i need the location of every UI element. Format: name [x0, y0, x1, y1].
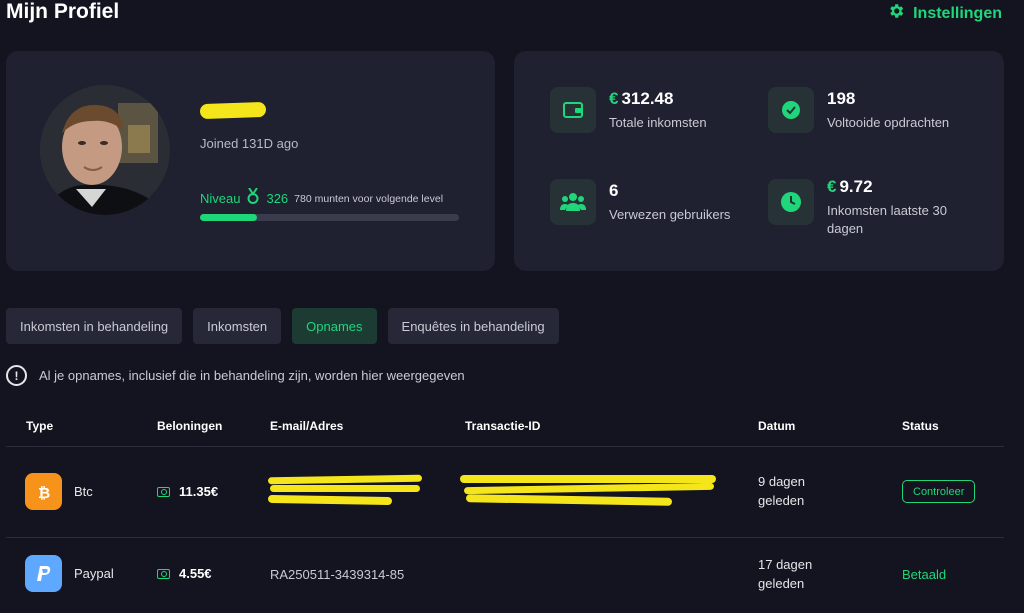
column-header-address: E-mail/Adres — [270, 419, 344, 433]
column-header-type: Type — [26, 419, 54, 433]
check-badge-icon — [768, 87, 814, 133]
username-redaction — [199, 101, 267, 120]
reward-value: 11.35€ — [179, 484, 219, 499]
table-row-address: RA250511-3439314-85 — [270, 567, 405, 582]
divider — [6, 446, 1004, 447]
stat-referred-users: 6 Verwezen gebruikers — [550, 179, 730, 225]
stats-card: €312.48 Totale inkomsten 198 Voltooide o… — [514, 51, 1004, 271]
tab-bar: Inkomsten in behandeling Inkomsten Opnam… — [6, 308, 559, 344]
users-icon — [550, 179, 596, 225]
profile-card: Joined 131D ago Niveau 326 780 munten vo… — [6, 51, 495, 271]
stat-value: 312.48 — [621, 89, 674, 108]
tab-pending-earnings[interactable]: Inkomsten in behandeling — [6, 308, 183, 344]
table-row-type: Paypal — [25, 555, 114, 592]
level-progress-fill — [200, 214, 257, 221]
address-redaction — [267, 474, 424, 510]
table-row-reward: 4.55€ — [157, 566, 212, 581]
clock-icon — [768, 179, 814, 225]
wallet-icon — [550, 87, 596, 133]
transaction-id-redaction — [460, 472, 718, 508]
stat-value: 6 — [609, 181, 619, 200]
status-paid: Betaald — [902, 567, 947, 582]
level-points: 326 — [266, 191, 289, 206]
bitcoin-icon: ₿ — [25, 473, 62, 510]
cash-icon — [157, 486, 170, 497]
stat-value: 198 — [827, 89, 856, 108]
stat-currency: € — [609, 89, 619, 108]
divider — [6, 537, 1004, 538]
cash-icon — [157, 568, 170, 579]
stat-value: 9.72 — [839, 177, 873, 196]
settings-label: Instellingen — [913, 4, 1002, 22]
stat-label: Inkomsten laatste 30 dagen — [827, 203, 947, 236]
type-label: Btc — [74, 484, 93, 499]
column-header-status: Status — [902, 419, 939, 433]
info-icon: ! — [6, 365, 27, 386]
avatar — [40, 85, 170, 215]
column-header-transaction-id: Transactie-ID — [465, 419, 541, 433]
page-title: Mijn Profiel — [6, 0, 120, 23]
tab-pending-surveys[interactable]: Enquêtes in behandeling — [387, 308, 559, 344]
stat-total-earnings: €312.48 Totale inkomsten — [550, 87, 707, 133]
info-banner: ! Al je opnames, inclusief die in behand… — [6, 365, 465, 386]
stat-earnings-30-days: €9.72 Inkomsten laatste 30 dagen — [768, 175, 977, 238]
reward-value: 4.55€ — [179, 566, 212, 581]
column-header-rewards: Beloningen — [157, 419, 223, 433]
column-header-date: Datum — [758, 419, 796, 433]
tab-withdrawals[interactable]: Opnames — [292, 308, 377, 344]
table-row-date: 17 dagen geleden — [758, 557, 813, 591]
joined-text: Joined 131D ago — [200, 136, 299, 151]
stat-label: Verwezen gebruikers — [609, 207, 731, 222]
gear-icon — [887, 2, 905, 25]
stat-currency: € — [827, 177, 837, 196]
stat-label: Voltooide opdrachten — [827, 115, 950, 130]
medal-icon — [246, 187, 260, 209]
table-row-date: 9 dagen geleden — [758, 474, 805, 508]
tab-earnings[interactable]: Inkomsten — [193, 308, 282, 344]
verify-button[interactable]: Controleer — [902, 480, 976, 503]
table-row-reward: 11.35€ — [157, 484, 218, 499]
stat-completed-tasks: 198 Voltooide opdrachten — [768, 87, 949, 133]
settings-button[interactable]: Instellingen — [887, 2, 1002, 25]
level-row: Niveau 326 780 munten voor volgende leve… — [200, 187, 454, 209]
info-text: Al je opnames, inclusief die in behandel… — [39, 368, 465, 383]
svg-text:₿: ₿ — [38, 484, 50, 501]
paypal-icon — [25, 555, 62, 592]
table-row-type: ₿ Btc — [25, 473, 93, 510]
level-next-text: 780 munten voor volgende level — [294, 192, 444, 205]
type-label: Paypal — [74, 566, 114, 581]
stat-label: Totale inkomsten — [609, 115, 707, 130]
level-label: Niveau — [200, 191, 241, 206]
level-progress-bar — [200, 214, 459, 221]
